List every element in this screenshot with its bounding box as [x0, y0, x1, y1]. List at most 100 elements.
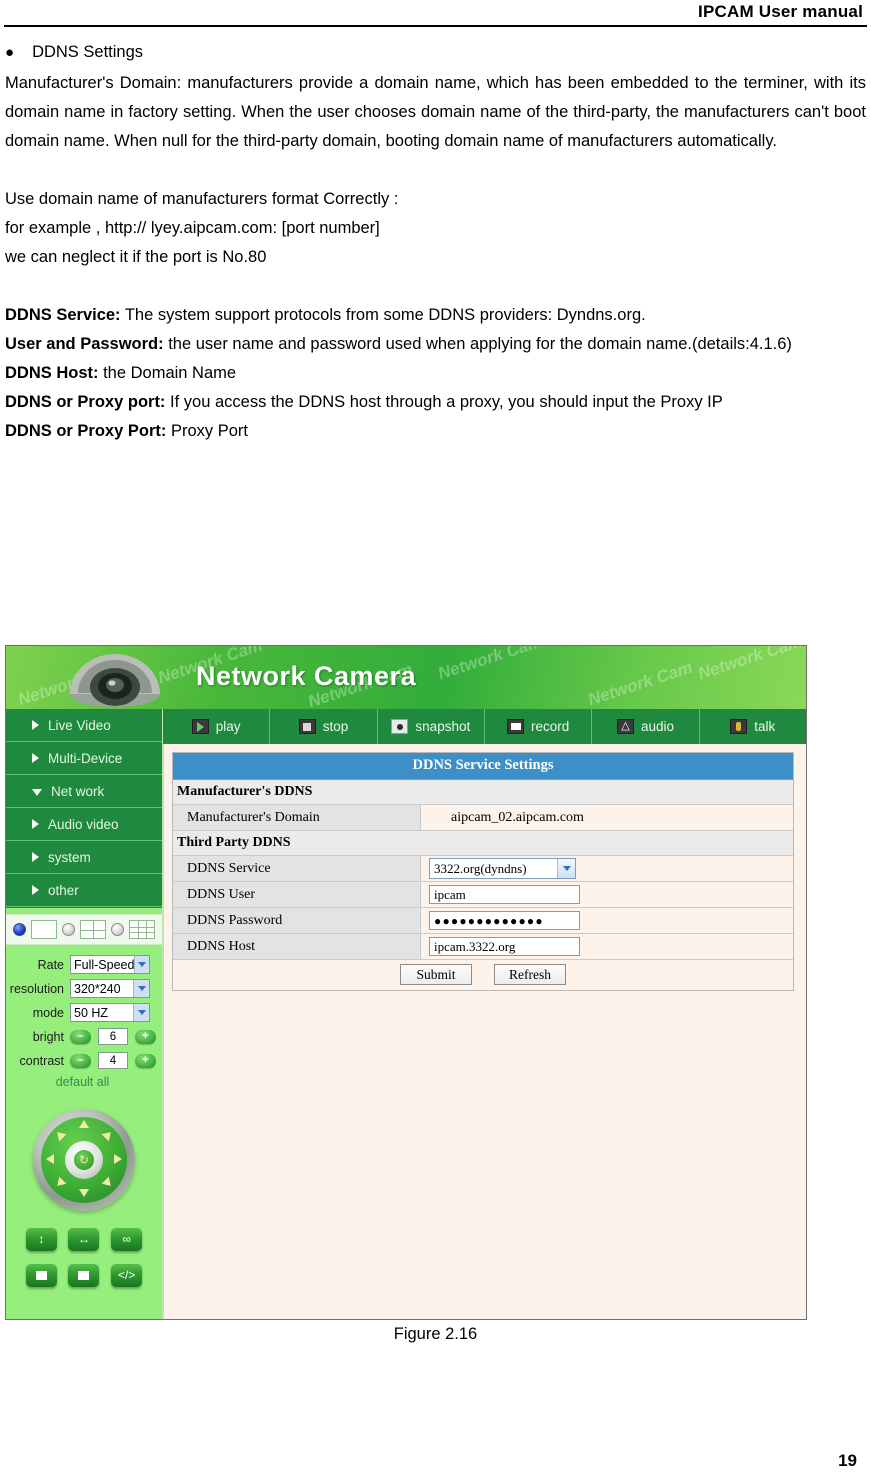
definition-desc: the user name and password used when app…: [163, 335, 792, 353]
mode-select[interactable]: 50 HZ: [70, 1003, 150, 1022]
ddns-host-input[interactable]: ipcam.3322.org: [429, 937, 580, 956]
definition-user-password: User and Password: the user name and pas…: [5, 330, 866, 359]
group-heading-third-party-ddns: Third Party DDNS: [173, 831, 793, 856]
contrast-value[interactable]: 4: [98, 1052, 128, 1069]
definition-term: DDNS or Proxy Port:: [5, 422, 167, 440]
control-resolution: resolution 320*240: [8, 978, 157, 999]
contrast-decrease-button[interactable]: –: [70, 1053, 91, 1068]
control-contrast: contrast – 4 +: [8, 1050, 157, 1071]
sidebar-item-other[interactable]: other: [6, 874, 162, 907]
paragraph-spacer-1: [5, 156, 866, 185]
sidebar-item-label: Net work: [51, 783, 105, 799]
toolbar-button-talk[interactable]: talk: [700, 709, 806, 744]
io-off-button[interactable]: [68, 1263, 100, 1287]
stop-icon: [298, 719, 316, 734]
sidebar-item-label: Multi-Device: [48, 750, 123, 766]
sidebar: Live Video Multi-Device Net work Audio v…: [6, 709, 163, 1319]
sidebar-item-audio-video[interactable]: Audio video: [6, 808, 162, 841]
ptz-control-wrapper: ↻: [6, 1109, 162, 1211]
rate-value: Full-Speed: [74, 957, 135, 972]
ddns-user-input[interactable]: ipcam: [429, 885, 580, 904]
sidebar-item-live-video[interactable]: Live Video: [6, 709, 162, 742]
view-mode-selector: [6, 914, 162, 945]
toolbar-button-audio[interactable]: △ audio: [592, 709, 700, 744]
ddns-password-input[interactable]: ●●●●●●●●●●●●●: [429, 911, 580, 930]
definition-ddns-proxy-port-ip: DDNS or Proxy port: If you access the DD…: [5, 388, 866, 417]
ptz-arrow-right[interactable]: [114, 1154, 122, 1164]
chevron-down-icon: [32, 788, 42, 796]
control-bright: bright – 6 +: [8, 1026, 157, 1047]
default-all-link[interactable]: default all: [8, 1075, 157, 1089]
submit-button[interactable]: Submit: [400, 964, 472, 985]
manufacturers-domain-value: aipcam_02.aipcam.com: [451, 809, 584, 825]
toolbar-button-stop[interactable]: stop: [270, 709, 378, 744]
refresh-button[interactable]: Refresh: [494, 964, 566, 985]
field-label-ddns-user: DDNS User: [173, 882, 421, 907]
ptz-arrow-down-right[interactable]: [101, 1176, 115, 1190]
layout-nine-icon[interactable]: [129, 920, 155, 939]
definition-desc: Proxy Port: [166, 422, 248, 440]
toolbar-button-record[interactable]: record: [485, 709, 593, 744]
ptz-arrow-left[interactable]: [46, 1154, 54, 1164]
ptz-center-button[interactable]: ↻: [65, 1141, 103, 1179]
control-mode: mode 50 HZ: [8, 1002, 157, 1023]
play-icon: [191, 719, 209, 734]
document-body: ● DDNS Settings Manufacturer's Domain: m…: [5, 38, 866, 446]
bright-decrease-button[interactable]: –: [70, 1029, 91, 1044]
view-mode-radio-single[interactable]: [13, 923, 26, 936]
banner-watermark: Network Cam: [585, 657, 695, 709]
toolbar-button-play[interactable]: play: [163, 709, 271, 744]
section-heading-label: DDNS Settings: [32, 43, 144, 61]
code-toggle-button[interactable]: </>: [111, 1263, 143, 1287]
table-row: DDNS Password ●●●●●●●●●●●●●: [173, 908, 793, 934]
control-label: mode: [32, 1005, 64, 1020]
section-bullet-heading: ● DDNS Settings: [5, 38, 866, 67]
vertical-patrol-button[interactable]: ↕: [25, 1227, 57, 1251]
rate-select[interactable]: Full-Speed: [70, 955, 150, 974]
io-on-button[interactable]: [25, 1263, 57, 1287]
ptz-action-buttons: ↕ ↔ ∞ </>: [6, 1227, 162, 1287]
paragraph-spacer-2: [5, 272, 866, 301]
ptz-arrow-up-left[interactable]: [53, 1128, 67, 1142]
ptz-arrow-down-left[interactable]: [53, 1176, 67, 1190]
ddns-service-select[interactable]: 3322.org(dyndns): [429, 858, 576, 879]
definition-ddns-proxy-port: DDNS or Proxy Port: Proxy Port: [5, 417, 866, 446]
ptz-arrow-down[interactable]: [79, 1189, 89, 1197]
bright-increase-button[interactable]: +: [135, 1029, 156, 1044]
dome-camera-icon: [70, 654, 160, 707]
chevron-right-icon: [32, 819, 39, 829]
toolbar-button-snapshot[interactable]: snapshot: [378, 709, 485, 744]
resolution-select[interactable]: 320*240: [70, 979, 150, 998]
table-row: DDNS User ipcam: [173, 882, 793, 908]
horizontal-patrol-button[interactable]: ↔: [68, 1227, 100, 1251]
view-mode-radio-nine[interactable]: [111, 923, 124, 936]
layout-single-icon[interactable]: [31, 920, 57, 939]
ptz-home-icon: ↻: [74, 1150, 94, 1170]
app-banner: Network Cam Network Cam Network Cam Netw…: [6, 646, 806, 709]
layout-four-icon[interactable]: [80, 920, 106, 939]
media-toolbar: play stop snapshot record △ audio talk: [163, 709, 806, 744]
sidebar-item-multi-device[interactable]: Multi-Device: [6, 742, 162, 775]
bright-value[interactable]: 6: [98, 1028, 128, 1045]
toolbar-label: play: [215, 719, 241, 734]
talk-icon: [730, 719, 748, 734]
contrast-increase-button[interactable]: +: [135, 1053, 156, 1068]
sidebar-item-system[interactable]: system: [6, 841, 162, 874]
manual-title: IPCAM User manual: [698, 2, 863, 21]
snapshot-icon: [391, 719, 409, 734]
ptz-arrow-up-right[interactable]: [101, 1128, 115, 1142]
ptz-arrow-up[interactable]: [79, 1120, 89, 1128]
mode-value: 50 HZ: [74, 1005, 109, 1020]
definition-desc: the Domain Name: [98, 364, 237, 382]
ptz-joystick[interactable]: ↻: [33, 1109, 135, 1211]
sidebar-item-label: system: [48, 849, 91, 865]
audio-icon: △: [616, 719, 634, 734]
resolution-value: 320*240: [74, 981, 121, 996]
sidebar-item-network[interactable]: Net work: [6, 775, 162, 808]
view-mode-radio-four[interactable]: [62, 923, 75, 936]
field-value-cell: 3322.org(dyndns): [421, 856, 793, 881]
group-heading-manufacturers-ddns: Manufacturer's DDNS: [173, 780, 793, 805]
bullet-icon: ●: [5, 44, 15, 61]
ptz-inner-dial: ↻: [41, 1117, 127, 1203]
infinity-loop-button[interactable]: ∞: [111, 1227, 143, 1251]
